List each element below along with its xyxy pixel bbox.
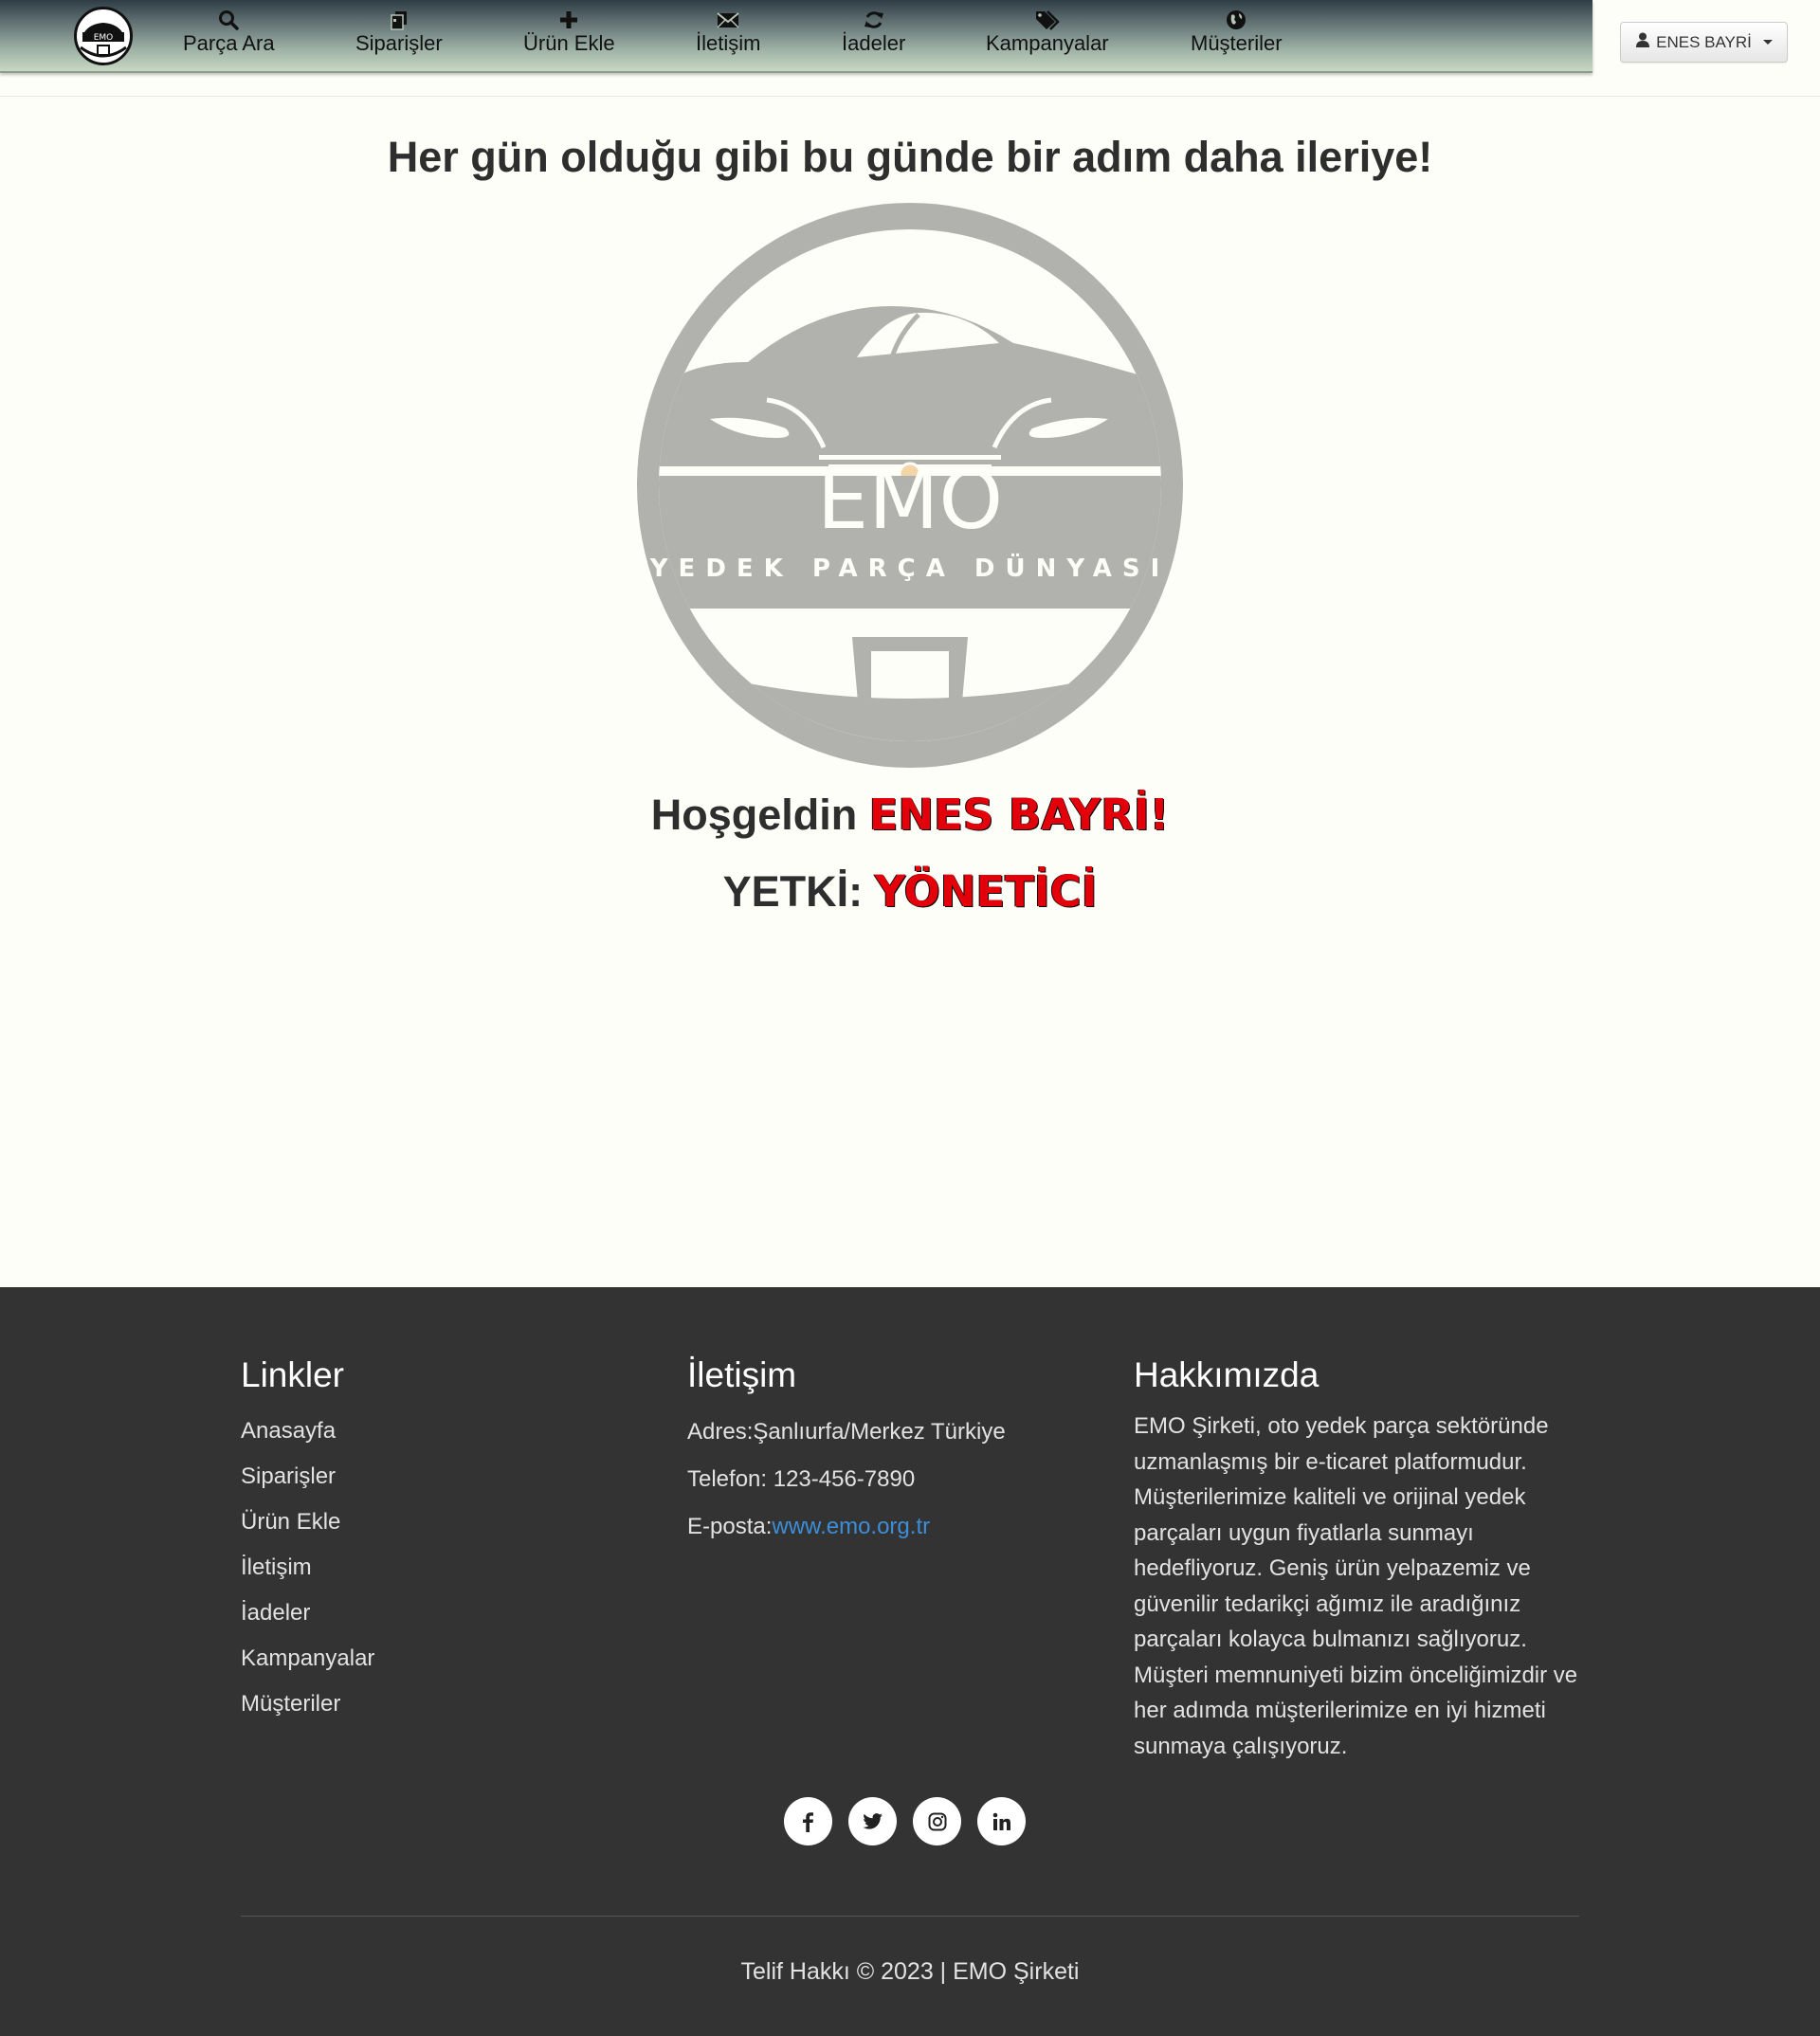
refresh-icon [864,9,884,30]
twitter-icon[interactable] [848,1797,897,1845]
plus-icon [558,9,579,30]
nav-item-label: Parça Ara [183,31,275,55]
email-link[interactable]: www.emo.org.tr [772,1514,930,1539]
contact-email: E-posta:www.emo.org.tr [687,1503,1085,1551]
nav-item-label: İadeler [842,31,906,55]
nav-item-iletisim[interactable]: İletişim [696,9,760,56]
footer-divider [241,1916,1579,1917]
user-icon [1635,32,1650,52]
welcome-message: Hoşgeldin ENES BAYRİ! [0,790,1820,840]
top-navbar: EMO Parça Ara Siparişler Ürün Ekle İleti… [0,0,1592,73]
files-icon [389,9,410,30]
footer-links-title: Linkler [241,1355,344,1394]
linkedin-icon[interactable] [977,1797,1026,1845]
footer-link-siparisler[interactable]: Siparişler [241,1454,374,1500]
nav-item-urun-ekle[interactable]: Ürün Ekle [523,9,615,56]
page-headline: Her gün olduğu gibi bu günde bir adım da… [387,133,1433,181]
social-links [784,1797,1026,1845]
user-menu-button[interactable]: ENES BAYRİ [1620,22,1788,63]
copyright-text: Telif Hakkı © 2023 | EMO Şirketi [740,1958,1080,1985]
role-value: YÖNETİCİ [874,866,1098,917]
email-label: E-posta: [687,1514,773,1539]
contact-address: Adres:Şanlıurfa/Merkez Türkiye [687,1419,1006,1445]
role-line: YETKİ: YÖNETİCİ [0,866,1820,917]
facebook-icon[interactable] [784,1797,832,1845]
emo-emblem: EMO YEDEK PARÇA DÜNYASI [634,201,1186,770]
header-divider [0,96,1820,97]
nav-item-parca-ara[interactable]: Parça Ara [183,9,275,56]
nav-item-siparisler[interactable]: Siparişler [355,9,443,56]
nav-item-label: Ürün Ekle [523,31,615,55]
footer-link-musteriler[interactable]: Müşteriler [241,1682,374,1727]
brand-logo[interactable]: EMO [74,7,133,65]
welcome-prefix: Hoşgeldin [650,791,858,839]
nav-item-label: Siparişler [355,31,443,55]
footer-link-anasayfa[interactable]: Anasayfa [241,1409,374,1454]
footer-links-column: Linkler Anasayfa Siparişler Ürün Ekle İl… [241,1355,374,1727]
user-name: ENES BAYRİ [1656,32,1752,51]
chevron-down-icon [1762,40,1773,45]
tags-icon [1034,9,1061,30]
svg-text:YEDEK PARÇA DÜNYASI: YEDEK PARÇA DÜNYASI [649,552,1171,583]
footer-contact-title: İletişim [687,1355,797,1394]
svg-text:EMO: EMO [94,33,114,43]
role-prefix: YETKİ: [722,867,864,916]
nav-item-label: Kampanyalar [986,31,1109,55]
welcome-user-name: ENES BAYRİ! [868,790,1170,840]
envelope-icon [717,9,739,30]
site-footer: Linkler Anasayfa Siparişler Ürün Ekle İl… [0,1287,1820,2036]
nav-item-iadeler[interactable]: İadeler [842,9,905,56]
nav-item-kampanyalar[interactable]: Kampanyalar [986,9,1109,56]
svg-text:EMO: EMO [817,453,1003,548]
globe-icon [1226,9,1247,30]
about-text: EMO Şirketi, oto yedek parça sektöründe … [1134,1413,1578,1759]
footer-contact-column: İletişim Adres:Şanlıurfa/Merkez Türkiye … [687,1355,1085,1551]
contact-phone: Telefon: 123-456-7890 [687,1466,916,1492]
footer-about-title: Hakkımızda [1134,1355,1320,1394]
footer-link-urun-ekle[interactable]: Ürün Ekle [241,1500,374,1545]
footer-about-column: Hakkımızda EMO Şirketi, oto yedek parça … [1134,1355,1584,1764]
steering-wheel-logo-icon: EMO YEDEK PARÇA DÜNYASI [637,203,1183,768]
car-logo-icon: EMO [78,10,129,62]
nav-item-label: Müşteriler [1191,31,1283,55]
nav-item-label: İletişim [696,31,761,55]
nav-item-musteriler[interactable]: Müşteriler [1191,9,1283,56]
search-icon [218,9,240,30]
footer-link-kampanyalar[interactable]: Kampanyalar [241,1636,374,1682]
footer-link-iadeler[interactable]: İadeler [241,1591,374,1636]
footer-link-iletisim[interactable]: İletişim [241,1545,374,1591]
instagram-icon[interactable] [913,1797,961,1845]
